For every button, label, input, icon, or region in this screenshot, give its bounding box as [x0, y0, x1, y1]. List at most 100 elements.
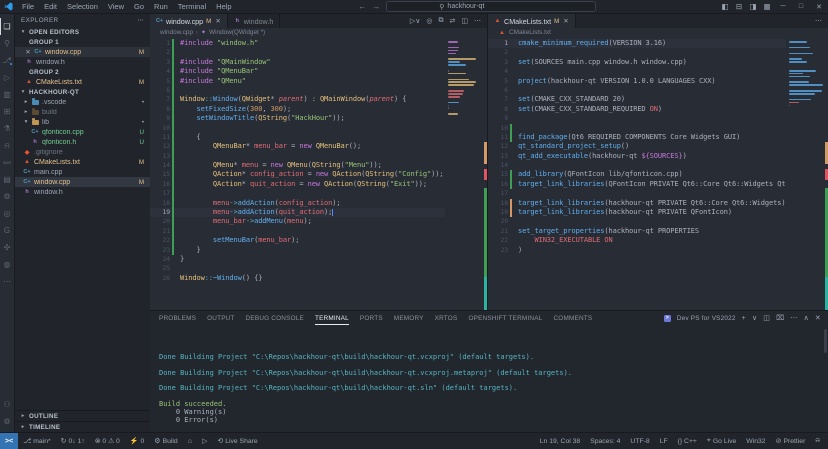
menu-help[interactable]: Help	[211, 2, 236, 11]
timeline-section[interactable]: ▸TIMELINE	[15, 421, 150, 432]
sync-item[interactable]: ↻0↓ 1↑	[56, 433, 90, 449]
close-icon[interactable]: ✕	[563, 17, 568, 25]
bell-icon[interactable]: ⍾	[0, 137, 15, 154]
code-line[interactable]: 15add_library(QFontIcon lib/qfonticon.cp…	[488, 170, 786, 179]
breadcrumb-segment[interactable]: Window(QWidget *)	[209, 29, 265, 36]
code-line[interactable]: 23 }	[150, 246, 445, 255]
code-line[interactable]: 18target_link_libraries(hackhour-qt PRIV…	[488, 199, 786, 208]
code-line[interactable]: 12qt_standard_project_setup()	[488, 142, 786, 151]
panel-tab-debug-console[interactable]: DEBUG CONSOLE	[246, 311, 304, 325]
run-file-button[interactable]: ▷∨	[410, 17, 421, 25]
more-views-icon[interactable]: ⋯	[0, 273, 15, 290]
compare-icon[interactable]: ⇄	[450, 17, 456, 25]
tree-item-qfonticon-cpp[interactable]: C+qfonticon.cppU	[15, 127, 150, 137]
code-line[interactable]: 19 menu->addAction(quit_action);	[150, 208, 445, 217]
misc-count-item[interactable]: ⚡0	[125, 433, 150, 449]
code-line[interactable]: 7Window::Window(QWidget* parent) : QMain…	[150, 95, 445, 104]
code-line[interactable]: 25	[150, 264, 445, 273]
minimap[interactable]	[786, 39, 828, 310]
tree-item-CMakeLists-txt[interactable]: ▲CMakeLists.txtM	[15, 157, 150, 167]
code-line[interactable]: 19target_link_libraries(hackhour-qt PRIV…	[488, 208, 786, 217]
breadcrumb-segment[interactable]: window.cpp	[160, 29, 193, 36]
code-line[interactable]: 20 menu_bar->addMenu(menu);	[150, 217, 445, 226]
code-line[interactable]: 8set(CMAKE_CXX_STANDARD_REQUIRED ON)	[488, 105, 786, 114]
breadcrumb[interactable]: window.cpp›✦Window(QWidget *)	[150, 28, 487, 37]
code-line[interactable]: 16 QAction* quit_action = new QAction(QS…	[150, 180, 445, 189]
code-line[interactable]: 26Window::~Window() {}	[150, 274, 445, 283]
code-line[interactable]: 8 setFixedSize(300, 300);	[150, 105, 445, 114]
code-line[interactable]: 3#include "QMainWindow"	[150, 58, 445, 67]
code-line[interactable]: 23)	[488, 246, 786, 255]
code-line[interactable]: 7set(CMAKE_CXX_STANDARD 20)	[488, 95, 786, 104]
command-center-search[interactable]: ⚲ hackhour-qt	[386, 1, 596, 12]
panel-tab-comments[interactable]: COMMENTS	[553, 311, 592, 325]
settings-gear-icon[interactable]: ⚙	[0, 413, 15, 430]
maximize-restore-button[interactable]: □	[792, 0, 810, 13]
breadcrumb[interactable]: ▲CMakeLists.txt	[488, 28, 828, 37]
project-root-header[interactable]: ▾HACKHOUR-QT	[15, 87, 150, 97]
platform-item[interactable]: Win32	[741, 433, 770, 449]
code-line[interactable]: 11find_package(Qt6 REQUIRED COMPONENTS C…	[488, 133, 786, 142]
panel-tab-memory[interactable]: MEMORY	[394, 311, 424, 325]
notifications-bell[interactable]: ⍾	[810, 433, 825, 449]
code-line[interactable]: 21	[150, 227, 445, 236]
code-line[interactable]: 16target_link_libraries(QFontIcon PRIVAT…	[488, 180, 786, 189]
open-editor-item[interactable]: ✕C+window.cppM	[15, 47, 150, 57]
cmake-build-button[interactable]: ⚙Build	[149, 433, 182, 449]
tree-item-window-h[interactable]: hwindow.h	[15, 187, 150, 197]
indentation[interactable]: Spaces: 4	[585, 433, 625, 449]
explorer-icon[interactable]: ❏	[0, 18, 15, 35]
open-editors-header[interactable]: ▾OPEN EDITORS	[15, 27, 150, 37]
split-terminal-button[interactable]: ◫	[763, 314, 770, 322]
problems-item[interactable]: ⊗ 0 ⚠ 0	[90, 433, 125, 449]
open-editor-item[interactable]: hwindow.h	[15, 57, 150, 67]
go-live-button[interactable]: ⌖Go Live	[702, 433, 741, 449]
split-editor-button[interactable]: ◫	[461, 17, 468, 25]
minimap[interactable]	[445, 39, 487, 310]
menu-edit[interactable]: Edit	[39, 2, 62, 11]
code-line[interactable]: 17	[488, 189, 786, 198]
code-line[interactable]: 9	[488, 114, 786, 123]
code-line[interactable]: 10	[150, 124, 445, 133]
toggle-panel-button[interactable]: ⊟	[732, 0, 746, 13]
code-line[interactable]: 22 setMenuBar(menu_bar);	[150, 236, 445, 245]
code-line[interactable]: 15 QAction* config_action = new QAction(…	[150, 170, 445, 179]
history-back-icon[interactable]: ←	[358, 2, 366, 11]
tab-CMakeLists-txt[interactable]: ▲CMakeLists.txtM✕	[488, 14, 576, 28]
account-icon[interactable]: ⚇	[0, 396, 15, 413]
menu-file[interactable]: File	[17, 2, 39, 11]
panel-tab-ports[interactable]: PORTS	[360, 311, 383, 325]
code-line[interactable]: 13	[150, 152, 445, 161]
code-line[interactable]: 2	[150, 48, 445, 57]
run-config-icon[interactable]: ◎	[426, 17, 432, 25]
tree-item-lib[interactable]: ▾lib•	[15, 117, 150, 127]
code-line[interactable]: 14	[488, 161, 786, 170]
panel-tab-problems[interactable]: PROBLEMS	[159, 311, 196, 325]
customize-layout-button[interactable]: ▦	[760, 0, 774, 13]
remote-indicator[interactable]: ><	[0, 433, 18, 449]
eol[interactable]: LF	[655, 433, 673, 449]
history-forward-icon[interactable]: →	[372, 2, 380, 11]
prettier-item[interactable]: ⊘Prettier	[771, 433, 811, 449]
code-line[interactable]: 4	[488, 67, 786, 76]
leaf-icon[interactable]: ✣	[0, 239, 15, 256]
toggle-primary-sidebar-button[interactable]: ◧	[718, 0, 732, 13]
panel-tab-openshift-terminal[interactable]: OPENSHIFT TERMINAL	[468, 311, 542, 325]
open-editor-item[interactable]: ▲CMakeLists.txtM	[15, 77, 150, 87]
encoding[interactable]: UTF-8	[625, 433, 654, 449]
menu-terminal[interactable]: Terminal	[173, 2, 211, 11]
close-panel-button[interactable]: ✕	[815, 314, 821, 322]
tab-window-h[interactable]: hwindow.h	[228, 14, 281, 28]
search-icon[interactable]: ⚲	[0, 35, 15, 52]
language-mode[interactable]: {} C++	[673, 433, 702, 449]
code-line[interactable]: 17	[150, 189, 445, 198]
outline-section[interactable]: ▸OUTLINE	[15, 410, 150, 421]
new-terminal-button[interactable]: +	[742, 315, 746, 322]
code-line[interactable]: 6	[150, 86, 445, 95]
panel-more-actions-button[interactable]: ⋯	[790, 314, 797, 322]
menu-selection[interactable]: Selection	[62, 2, 103, 11]
close-window-button[interactable]: ✕	[810, 0, 828, 13]
cmake-debug-button[interactable]: ⌂	[183, 433, 197, 449]
menu-run[interactable]: Run	[149, 2, 173, 11]
tree-item--gitignore[interactable]: ◆.gitignore	[15, 147, 150, 157]
